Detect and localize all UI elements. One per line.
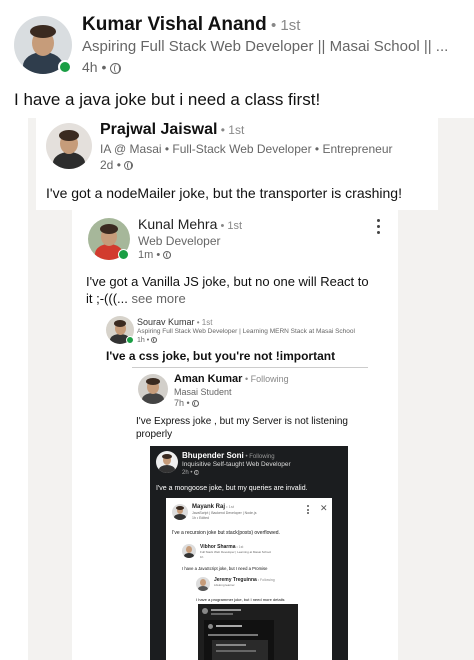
- comment-time: 2h: [182, 470, 189, 477]
- comment-author-headline: Lifelong learner: [214, 583, 235, 587]
- follow-status: Following: [259, 578, 275, 582]
- comment-author-name[interactable]: Prajwal Jaiswal: [100, 121, 217, 138]
- comment-text: I've a mongoose joke, but my queries are…: [156, 485, 308, 492]
- comment-author-name[interactable]: Sourav Kumar: [137, 317, 195, 327]
- comment-author-headline: Full Stack Web Developer | Learning at M…: [200, 550, 271, 554]
- comment-time: 1h: [192, 516, 196, 520]
- globe-icon: [163, 251, 172, 260]
- comment-author-headline: Inquisitive Self-taught Web Developer: [182, 461, 291, 468]
- post-time: 4h: [82, 59, 98, 75]
- comment-text: I've a css joke, but you're not !importa…: [106, 349, 336, 363]
- comment-text: I have a programmer joke, but I need mor…: [196, 597, 285, 602]
- connection-degree: 1st: [228, 504, 234, 509]
- post-author-headline: Aspiring Full Stack Web Developer || Mas…: [82, 38, 449, 55]
- globe-icon: [124, 161, 134, 171]
- post-author-name[interactable]: Kumar Vishal Anand: [82, 14, 267, 35]
- comment-time: 1h: [200, 555, 204, 559]
- online-status-dot: [118, 249, 129, 260]
- more-vertical-icon[interactable]: [306, 505, 310, 514]
- comment-author-name[interactable]: Mayank Raj: [192, 504, 225, 510]
- avatar[interactable]: [156, 451, 178, 473]
- comment-time: 1m: [138, 249, 154, 261]
- avatar[interactable]: [172, 504, 188, 520]
- comment-author-headline: Masai Student: [174, 387, 232, 397]
- comment-text: I've got a nodeMailer joke, but the tran…: [46, 185, 402, 201]
- globe-icon: [194, 470, 200, 475]
- connection-degree: 1st: [228, 123, 245, 137]
- comment-author-headline: JavaScript | Backend Developer | Node.js: [192, 511, 257, 515]
- screenshot: Kumar Vishal Anand • 1st Aspiring Full S…: [0, 0, 474, 660]
- comment-text-line: I've got a Vanilla JS joke, but no one w…: [86, 274, 369, 289]
- avatar[interactable]: [138, 374, 168, 404]
- comment-author-headline: Aspiring Full Stack Web Developer | Lear…: [137, 328, 355, 335]
- edited-label: Edited: [199, 516, 210, 520]
- comment-text: I've a recursion joke but stack(posts) o…: [172, 530, 280, 536]
- see-more-link[interactable]: see more: [132, 291, 186, 306]
- avatar[interactable]: [182, 544, 196, 558]
- online-status-dot: [58, 60, 72, 74]
- comment-text: I have a JavaScript joke, but I need a P…: [182, 566, 268, 571]
- follow-status: Following: [249, 454, 275, 460]
- divider: [132, 367, 368, 368]
- comment-author-name[interactable]: Kunal Mehra: [138, 216, 217, 232]
- globe-icon: [192, 400, 200, 408]
- deep-nested-screenshot: [198, 604, 298, 660]
- globe-icon: [151, 337, 158, 344]
- online-status-dot: [126, 336, 134, 344]
- connection-degree: 1st: [201, 318, 213, 327]
- close-icon[interactable]: ✕: [320, 503, 328, 514]
- comment-author-headline: IA @ Masai • Full-Stack Web Developer • …: [100, 142, 393, 156]
- avatar[interactable]: [196, 577, 210, 591]
- avatar[interactable]: [46, 123, 92, 169]
- comment-author-name[interactable]: Aman Kumar: [174, 373, 242, 385]
- follow-status: Following: [250, 374, 289, 384]
- post-text: I have a java joke but i need a class fi…: [14, 90, 321, 109]
- comment-author-name[interactable]: Bhupender Soni: [182, 451, 244, 460]
- comment-text-line: I've Express joke , but my Server is not…: [136, 416, 348, 427]
- comment-text-line: it ;-(((...: [86, 291, 128, 306]
- connection-degree: 1st: [227, 220, 243, 232]
- comment-author-headline: Web Developer: [138, 234, 221, 248]
- comment-time: 7h: [174, 398, 185, 408]
- globe-icon: [110, 62, 122, 74]
- comment-time: 1h: [137, 337, 145, 344]
- comment-time: 2d: [100, 158, 114, 172]
- comment-text-line: properly: [136, 429, 173, 440]
- more-vertical-icon[interactable]: [374, 219, 384, 235]
- connection-degree: 1st: [238, 545, 244, 549]
- connection-degree: 1st: [280, 17, 301, 34]
